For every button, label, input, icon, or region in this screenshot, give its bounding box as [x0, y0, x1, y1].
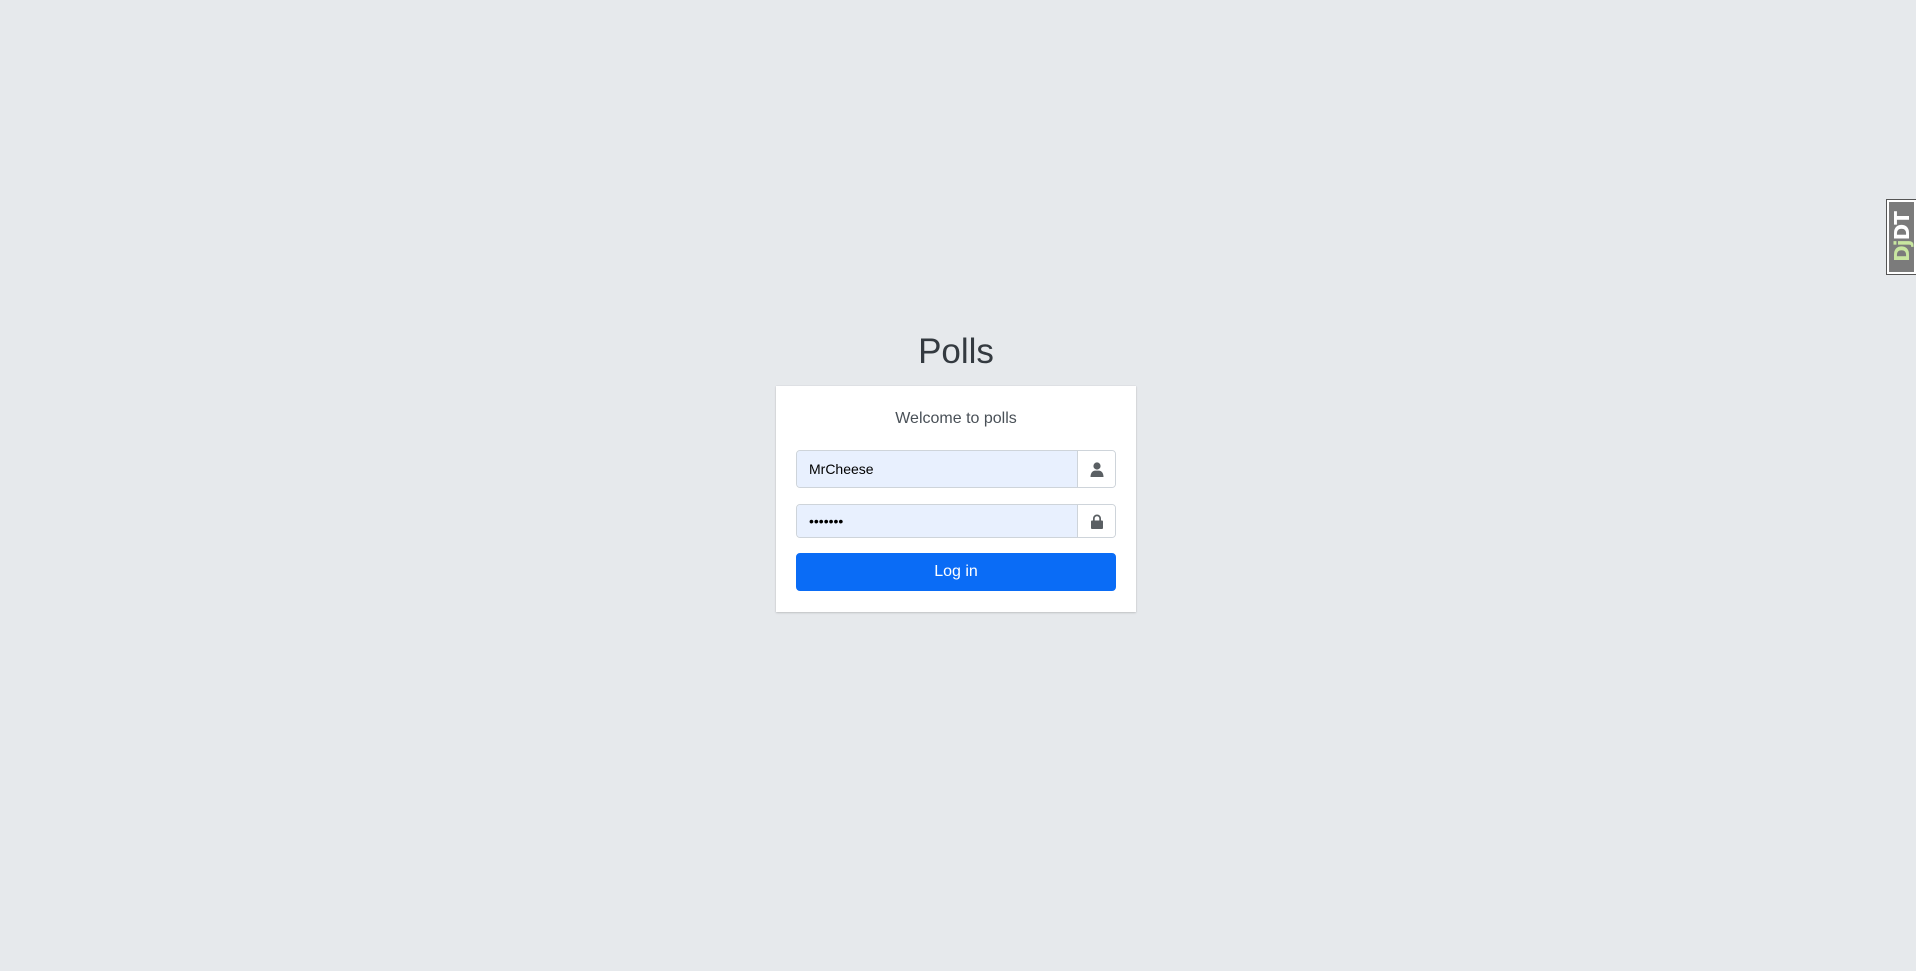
djdt-label-prefix: Dj	[1889, 240, 1914, 262]
username-addon	[1077, 451, 1115, 487]
user-icon	[1090, 461, 1103, 477]
password-addon	[1077, 505, 1115, 537]
login-container: Polls Welcome to polls MrCheese ••••••• …	[776, 330, 1136, 612]
djdt-label: DjDT	[1890, 212, 1914, 262]
username-input[interactable]	[797, 451, 1077, 487]
username-input-group	[796, 450, 1116, 488]
login-page: Polls Welcome to polls MrCheese ••••••• …	[0, 0, 1916, 971]
djdt-label-suffix: DT	[1889, 212, 1914, 241]
djdt-logo: DjDT	[1889, 202, 1914, 272]
password-input-group	[796, 504, 1116, 538]
lock-icon	[1090, 514, 1103, 529]
login-button[interactable]: Log in	[796, 553, 1116, 591]
login-message: Welcome to polls	[895, 410, 1017, 427]
django-debug-toolbar-handle[interactable]: DjDT	[1886, 199, 1916, 275]
password-input[interactable]	[797, 505, 1077, 537]
login-card: Welcome to polls MrCheese ••••••• Log in	[776, 386, 1136, 612]
page-title: Polls	[918, 332, 994, 371]
